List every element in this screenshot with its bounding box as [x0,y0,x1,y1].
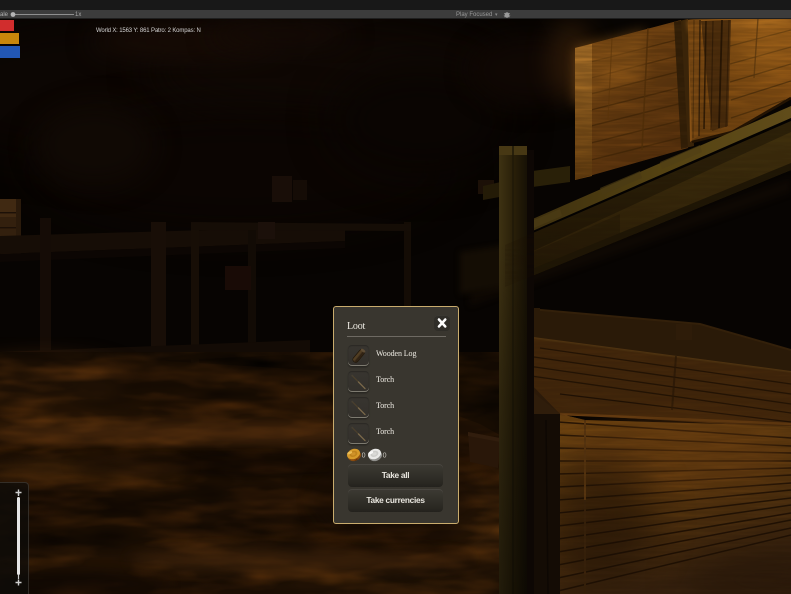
svg-text:0: 0 [362,452,366,459]
svg-text:0: 0 [383,452,387,459]
